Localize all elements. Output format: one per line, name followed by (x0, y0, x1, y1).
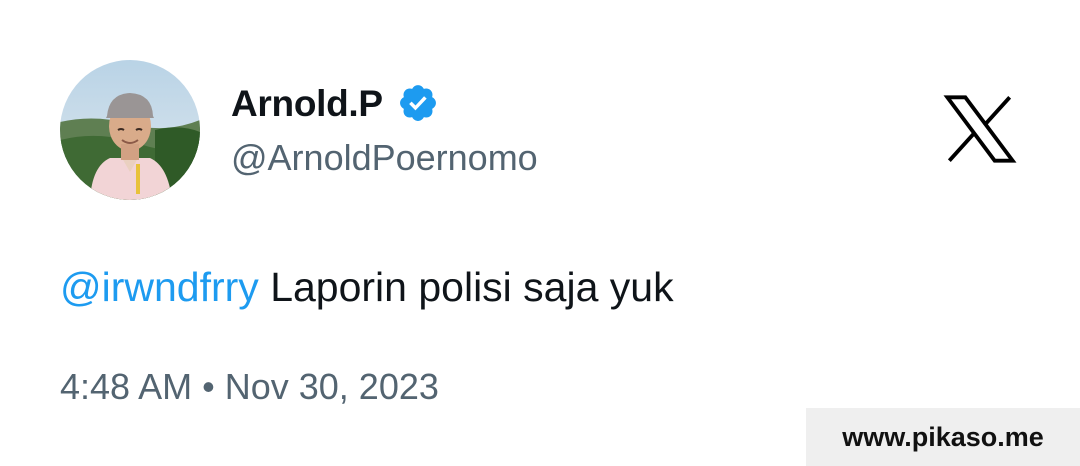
tweet-time: 4:48 AM (60, 366, 193, 407)
verified-badge-icon (397, 82, 439, 124)
mention-link[interactable]: @irwndfrry (60, 264, 259, 310)
tweet-date: Nov 30, 2023 (224, 366, 439, 407)
author-handle[interactable]: @ArnoldPoernomo (231, 138, 538, 178)
timestamp-separator: • (202, 366, 215, 407)
tweet-timestamp[interactable]: 4:48 AM • Nov 30, 2023 (60, 366, 439, 408)
profile-photo (60, 60, 200, 200)
avatar[interactable] (60, 60, 200, 200)
watermark-text: www.pikaso.me (842, 421, 1044, 452)
tweet-text: Laporin polisi saja yuk (258, 264, 674, 310)
display-name[interactable]: Arnold.P (231, 85, 383, 122)
watermark: www.pikaso.me (806, 408, 1080, 466)
author-name-row: Arnold.P (231, 78, 439, 128)
x-logo-icon (940, 89, 1020, 169)
tweet-body: @irwndfrry Laporin polisi saja yuk (60, 263, 674, 311)
